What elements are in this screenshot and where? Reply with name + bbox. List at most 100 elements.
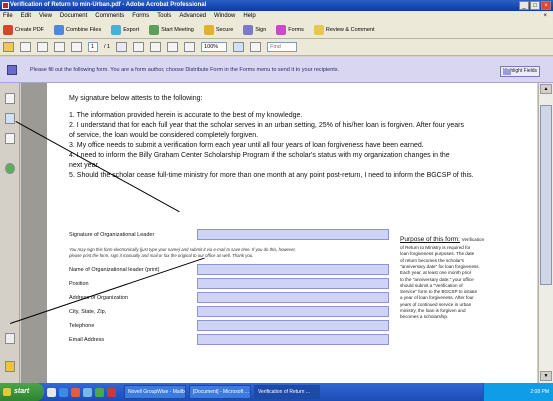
forms-button[interactable]: Forms [276, 24, 304, 35]
review-icon [313, 24, 324, 35]
lock-icon [203, 24, 214, 35]
acrobat-app-icon [2, 2, 9, 9]
scroll-up-arrow-icon[interactable]: ▲ [540, 84, 552, 94]
purpose-first-word: Verification [461, 237, 485, 242]
sign-button[interactable]: Sign [243, 24, 266, 35]
attestation-item-2: 2. I understand that for each full year … [69, 122, 464, 129]
quicklaunch-outlook-icon[interactable] [83, 387, 92, 397]
find-input[interactable] [267, 42, 298, 52]
meeting-icon [149, 24, 160, 35]
zoom-tool-icon[interactable] [150, 42, 162, 52]
quicklaunch-app-icon[interactable] [71, 387, 80, 397]
pdf-page: My signature below attests to the follow… [47, 83, 537, 383]
menu-view[interactable]: View [39, 11, 52, 21]
clock: 2:08 PM [530, 389, 549, 395]
highlight-fields-button[interactable]: Highlight Fields [500, 66, 540, 77]
forms-icon [276, 24, 287, 35]
menu-file[interactable]: File [3, 11, 13, 21]
leader-name-field[interactable] [197, 264, 389, 275]
highlight-icon [503, 69, 511, 75]
vertical-scrollbar[interactable]: ▲ ▼ [538, 83, 553, 383]
attestation-intro: My signature below attests to the follow… [69, 95, 203, 102]
form-info-icon [7, 65, 17, 75]
leader-name-label: Name of Organizational leader (print) [69, 267, 160, 273]
select-tool-icon[interactable] [116, 42, 128, 52]
navigation-pane [0, 83, 20, 383]
menu-tools[interactable]: Tools [157, 11, 171, 21]
zoom-out-icon[interactable] [167, 42, 179, 52]
combine-files-icon [54, 24, 65, 35]
task-groupwise[interactable]: Novell GroupWise - Mailbox [124, 385, 186, 399]
signature-field[interactable] [197, 229, 389, 240]
menu-edit[interactable]: Edit [21, 11, 31, 21]
email-label: Email Address [69, 337, 105, 343]
paperclip-icon[interactable] [5, 333, 15, 344]
menu-comments[interactable]: Comments [95, 11, 124, 21]
email-icon[interactable] [37, 42, 48, 52]
form-message-bar: Please fill out the following form. You … [0, 57, 553, 83]
position-field[interactable] [197, 278, 389, 289]
previous-page-icon[interactable] [54, 42, 65, 52]
quicklaunch-ie-icon[interactable] [59, 387, 68, 397]
combine-files-button[interactable]: Combine Files [54, 24, 101, 35]
telephone-label: Telephone [69, 323, 95, 329]
hand-tool-icon[interactable] [133, 42, 145, 52]
open-icon[interactable] [3, 42, 14, 52]
purpose-line: becomes a scholarship. [400, 314, 449, 320]
review-comment-button[interactable]: Review & Comment [313, 24, 374, 35]
quicklaunch-desktop-icon[interactable] [47, 387, 56, 397]
attestation-item-3: 3. My office needs to submit a verificat… [69, 142, 424, 149]
comments-icon[interactable] [5, 361, 15, 372]
scroll-thumb[interactable] [540, 105, 552, 285]
quicklaunch-excel-icon[interactable] [95, 387, 104, 397]
pen-icon [243, 24, 254, 35]
position-label: Position [69, 281, 89, 287]
windows-logo-icon [3, 388, 11, 396]
start-button[interactable]: start [0, 383, 44, 401]
print-icon[interactable] [20, 42, 31, 52]
scroll-down-arrow-icon[interactable]: ▼ [540, 371, 552, 381]
windows-taskbar: start Novell GroupWise - Mailbox [Docume… [0, 383, 553, 401]
attestation-item-4: 4. I need to inform the Billy Graham Cen… [69, 152, 450, 159]
menu-document[interactable]: Document [60, 11, 87, 21]
city-state-zip-field[interactable] [197, 306, 389, 317]
document-close-button[interactable]: × [543, 11, 547, 21]
attachments-icon[interactable] [5, 163, 15, 174]
zoom-in-icon[interactable] [184, 42, 196, 52]
attestation-item-5: 5. Should the scholar cease full-time mi… [69, 172, 474, 179]
navigation-toolbar: 1 / 1 100% [0, 39, 553, 56]
minimize-button[interactable]: _ [519, 1, 529, 10]
zoom-level-select[interactable]: 100% [201, 42, 228, 52]
signature-label: Signature of Organizational Leader [69, 232, 155, 238]
page-number-input[interactable]: 1 [88, 42, 98, 52]
task-toolbar: Create PDF Combine Files Export Start Me… [0, 21, 553, 39]
telephone-field[interactable] [197, 320, 389, 331]
menu-bar: File Edit View Document Comments Forms T… [0, 11, 553, 21]
create-pdf-button[interactable]: Create PDF [3, 24, 44, 35]
address-field[interactable] [197, 292, 389, 303]
export-button[interactable]: Export [111, 24, 139, 35]
menu-help[interactable]: Help [243, 11, 255, 21]
fit-page-icon[interactable] [233, 42, 245, 52]
bookmarks-icon[interactable] [5, 113, 15, 124]
start-meeting-button[interactable]: Start Meeting [149, 24, 194, 35]
window-title: Verification of Return to min-Urban.pdf … [10, 2, 207, 8]
create-pdf-icon [3, 24, 13, 35]
next-page-icon[interactable] [71, 42, 82, 52]
quicklaunch-acrobat-icon[interactable] [107, 387, 116, 397]
pages-icon[interactable] [5, 93, 15, 104]
purpose-heading: Purpose of this form: Verification [400, 236, 484, 243]
signatures-icon[interactable] [5, 133, 15, 144]
email-field[interactable] [197, 334, 389, 345]
secure-button[interactable]: Secure [203, 24, 233, 35]
menu-advanced[interactable]: Advanced [179, 11, 206, 21]
menu-window[interactable]: Window [214, 11, 235, 21]
fit-width-icon[interactable] [250, 42, 262, 52]
task-acrobat-verification[interactable]: Verification of Return ... [254, 385, 320, 399]
menu-forms[interactable]: Forms [132, 11, 149, 21]
task-word-document[interactable]: [Document] - Microsoft ... [189, 385, 251, 399]
attestation-item-2-cont: of service, the loan would be considered… [69, 132, 259, 139]
maximize-button[interactable]: □ [530, 1, 540, 10]
close-button[interactable]: × [541, 1, 551, 10]
window-title-bar[interactable]: Verification of Return to min-Urban.pdf … [0, 0, 553, 11]
